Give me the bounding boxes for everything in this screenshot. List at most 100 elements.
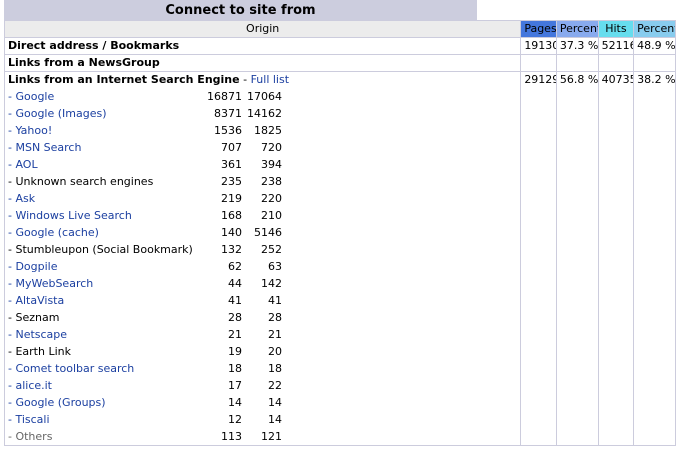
engine-name: - Stumbleupon (Social Bookmark) [8,243,193,256]
engine-name[interactable]: - Ask [8,190,204,207]
engine-name[interactable]: - AltaVista [8,292,204,309]
engine-hits: 41 [268,294,282,307]
search-engine-cell: Links from an Internet Search Engine - F… [3,71,522,446]
engine-hits: 18 [268,362,282,375]
engine-row: - AOL 361 394 [8,156,517,173]
engine-row: - AltaVista 41 41 [8,292,517,309]
engine-hits: 394 [261,158,282,171]
referrer-table: Origin Pages Percent Hits Percent Direct… [3,20,676,446]
engine-pages: 14 [228,396,242,409]
engine-name[interactable]: - Google (cache) [8,224,204,241]
engine-hits: 210 [261,209,282,222]
engine-pages: 21 [228,328,242,341]
engine-pages: 62 [228,260,242,273]
engine-hits: 63 [268,260,282,273]
engine-name: - Seznam [8,311,60,324]
engine-pages: 168 [221,209,242,222]
engine-hits: 1825 [254,124,282,137]
engine-name[interactable]: - Google (Images) [8,105,204,122]
engine-pages: 28 [228,311,242,324]
engine-row: - Seznam 28 28 [8,309,517,326]
header-percent: Percent [555,20,599,38]
engine-row: - Ask 219 220 [8,190,517,207]
engine-pages: 12 [228,413,242,426]
panel-title: Connect to site from [4,0,477,20]
engine-hits: 252 [261,243,282,256]
newsgroup-label: Links from a NewsGroup [3,54,522,72]
engine-name[interactable]: - Yahoo! [8,122,204,139]
direct-hits: 52116 [597,37,635,55]
header-row: Origin Pages Percent Hits Percent [3,20,676,38]
engine-hits: 14 [268,396,282,409]
engine-hits: 28 [268,311,282,324]
engine-name[interactable]: - AOL [8,156,204,173]
engine-name[interactable]: - MyWebSearch [8,275,204,292]
direct-percent: 37.3 % [555,37,599,55]
direct-label: Direct address / Bookmarks [3,37,522,55]
direct-row: Direct address / Bookmarks 19130 37.3 % … [3,37,676,55]
engine-hits: 21 [268,328,282,341]
direct-hits-percent: 48.9 % [633,37,676,55]
engine-hits: 142 [261,277,282,290]
engine-row: - Earth Link 19 20 [8,343,517,360]
engine-row: - Others 113 121 [8,428,517,445]
engine-pages: 113 [221,430,242,443]
engine-pages: 219 [221,192,242,205]
engine-row: - Comet toolbar search 18 18 [8,360,517,377]
direct-pages: 19130 [520,37,557,55]
search-engine-label: Links from an Internet Search Engine [8,73,240,86]
header-origin: Origin [3,20,522,38]
header-hits-percent: Percent [633,20,676,38]
engine-row: - alice.it 17 22 [8,377,517,394]
engine-name[interactable]: - Dogpile [8,258,204,275]
search-percent: 56.8 % [555,71,599,446]
engine-hits: 5146 [254,226,282,239]
engine-hits: 20 [268,345,282,358]
engine-hits: 238 [261,175,282,188]
connect-from-panel: Connect to site from Origin Pages Percen… [0,0,680,450]
engine-row: - MyWebSearch 44 142 [8,275,517,292]
header-pages: Pages [520,20,557,38]
engine-row: - Google (cache) 140 5146 [8,224,517,241]
engine-pages: 19 [228,345,242,358]
engine-row: - Stumbleupon (Social Bookmark) 132 252 [8,241,517,258]
search-hits-percent: 38.2 % [633,71,676,446]
engine-pages: 17 [228,379,242,392]
engine-pages: 361 [221,158,242,171]
engine-hits: 720 [261,141,282,154]
engine-hits: 14 [268,413,282,426]
engine-pages: 140 [221,226,242,239]
engine-name[interactable]: - Google (Groups) [8,394,204,411]
engine-hits: 17064 [247,90,282,103]
engine-pages: 8371 [214,107,242,120]
engine-pages: 18 [228,362,242,375]
engine-pages: 1536 [214,124,242,137]
engine-pages: 16871 [207,90,242,103]
engine-row: - Dogpile 62 63 [8,258,517,275]
newsgroup-row: Links from a NewsGroup [3,54,676,72]
engine-name[interactable]: - Tiscali [8,411,204,428]
engine-hits: 22 [268,379,282,392]
engine-hits: 121 [261,430,282,443]
engine-pages: 41 [228,294,242,307]
engine-row: - Google 16871 17064 [8,88,517,105]
engine-name[interactable]: - Netscape [8,326,204,343]
engine-name[interactable]: - Google [8,88,204,105]
engine-row: - Google (Images) 8371 14162 [8,105,517,122]
engine-name[interactable]: - Windows Live Search [8,207,204,224]
engine-row: - Unknown search engines 235 238 [8,173,517,190]
engine-pages: 707 [221,141,242,154]
engine-row: - Google (Groups) 14 14 [8,394,517,411]
full-list-link[interactable]: Full list [251,73,289,86]
engine-pages: 44 [228,277,242,290]
engine-name: - Others [8,430,53,443]
engine-name[interactable]: - MSN Search [8,139,204,156]
engine-name: - Earth Link [8,345,71,358]
engine-list: - Google 16871 17064 - Google (Images) 8371 1… [8,88,517,445]
engine-row: - Netscape 21 21 [8,326,517,343]
engine-name: - Unknown search engines [8,175,154,188]
engine-name[interactable]: - Comet toolbar search [8,360,204,377]
engine-hits: 220 [261,192,282,205]
engine-row: - MSN Search 707 720 [8,139,517,156]
engine-name[interactable]: - alice.it [8,377,204,394]
